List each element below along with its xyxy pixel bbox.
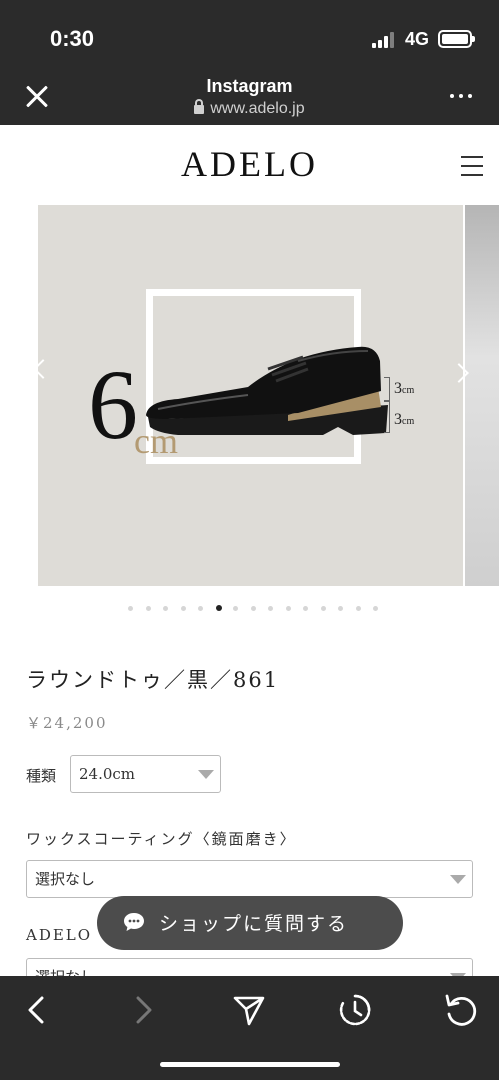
battery-icon [438,30,475,48]
home-indicator[interactable] [160,1062,340,1067]
status-time: 0:30 [50,26,95,51]
status-bar: 0:30 4G [0,0,499,78]
wax-label: ワックスコーティング〈鏡面磨き〉 [26,830,297,848]
dim-label-lower: 3cm [394,411,415,428]
carousel-dot[interactable] [355,606,361,611]
chevron-down-icon [450,875,466,884]
chevron-left-icon[interactable] [17,990,57,1030]
more-icon[interactable] [448,86,476,106]
chat-bubble-icon [124,913,144,931]
browser-header: Instagram www.adelo.jp [0,76,499,125]
wax-select[interactable]: 選択なし [26,860,473,898]
hamburger-icon[interactable] [461,156,483,176]
ask-shop-label: ショップに質問する [159,913,349,935]
carousel-dot[interactable] [180,606,186,611]
next-slide-peek[interactable] [465,205,499,586]
carousel-dot[interactable] [268,606,273,611]
heel-height-number: 6 [88,349,138,460]
carousel-dot[interactable] [320,606,326,611]
wax-select-value: 選択なし [35,870,96,888]
send-icon[interactable] [229,990,269,1030]
chevron-right-icon[interactable] [123,990,163,1030]
carousel-dot[interactable] [198,606,203,611]
browser-url: www.adelo.jp [0,99,499,118]
lock-icon [194,99,205,114]
type-label: 種類 [26,767,57,785]
type-select-value: 24.0cm [79,765,136,783]
signal-icon [372,32,398,48]
shoe-image [146,346,388,435]
dim-label-upper: 3cm [394,380,415,397]
carousel-dot[interactable] [145,606,151,611]
timer-icon[interactable] [335,990,375,1030]
url-text: www.adelo.jp [210,100,305,117]
carousel-dot[interactable] [163,606,168,611]
network-label: 4G [405,29,430,49]
chevron-down-icon [198,770,214,779]
dim-bracket-upper [384,377,390,401]
carousel-dot[interactable] [128,606,133,611]
dim-bracket-lower [384,401,390,433]
browser-toolbar [0,976,499,1080]
reload-icon[interactable] [441,990,481,1030]
ask-shop-button[interactable]: ショップに質問する [97,896,403,950]
carousel-pagination[interactable] [0,605,499,614]
product-title: ラウンドトゥ／黒／861 [26,668,280,692]
carousel-dot[interactable] [233,606,238,611]
carousel-dot[interactable] [250,606,256,611]
carousel-dot[interactable] [373,606,378,611]
carousel-dot[interactable] [338,606,343,611]
product-price: ￥24,200 [26,714,108,732]
product-carousel[interactable]: 6 cm 3cm 3cm [38,205,463,586]
type-select[interactable]: 24.0cm [70,755,221,793]
carousel-dot[interactable] [303,606,308,611]
carousel-dot[interactable] [285,606,291,611]
browser-title: Instagram [206,76,293,96]
carousel-dot[interactable] [215,605,222,611]
adelo-option-label: ADELO [26,926,93,944]
site-logo[interactable]: ADELO [0,143,499,185]
